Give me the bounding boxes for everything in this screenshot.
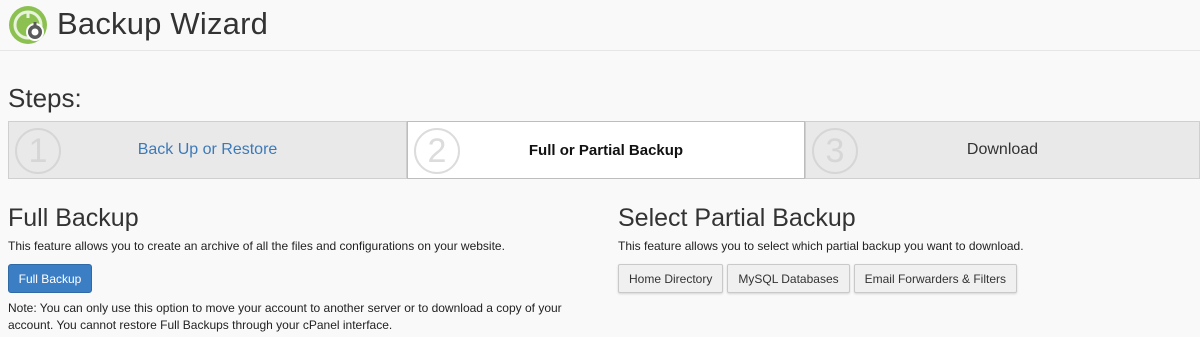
full-backup-description: This feature allows you to create an arc… xyxy=(8,239,505,253)
mysql-databases-button[interactable]: MySQL Databases xyxy=(727,264,850,293)
step-label-back-up-or-restore[interactable]: Back Up or Restore xyxy=(9,122,406,178)
page-header: Backup Wizard xyxy=(0,0,1200,51)
full-backup-button[interactable]: Full Backup xyxy=(8,264,92,293)
full-backup-title: Full Backup xyxy=(8,204,139,232)
home-directory-button[interactable]: Home Directory xyxy=(618,264,724,293)
step-download: 3 Download xyxy=(805,121,1200,179)
page-title: Backup Wizard xyxy=(57,6,269,41)
backup-wizard-logo-icon xyxy=(8,5,48,45)
wizard-steps: 1 Back Up or Restore 2 Full or Partial B… xyxy=(8,121,1200,179)
partial-backup-buttons: Home Directory MySQL Databases Email For… xyxy=(618,264,1017,293)
steps-heading: Steps: xyxy=(8,83,82,113)
partial-backup-title: Select Partial Backup xyxy=(618,204,856,232)
step-label-download: Download xyxy=(966,141,1039,158)
step-label-full-or-partial-backup: Full or Partial Backup xyxy=(528,141,684,159)
full-backup-note: Note: You can only use this option to mo… xyxy=(8,301,562,332)
email-forwarders-filters-button[interactable]: Email Forwarders & Filters xyxy=(853,264,1017,293)
step-full-or-partial-backup: 2 Full or Partial Backup xyxy=(407,121,805,179)
partial-backup-description: This feature allows you to select which … xyxy=(618,239,1024,253)
step-back-up-or-restore[interactable]: 1 Back Up or Restore xyxy=(8,121,407,179)
